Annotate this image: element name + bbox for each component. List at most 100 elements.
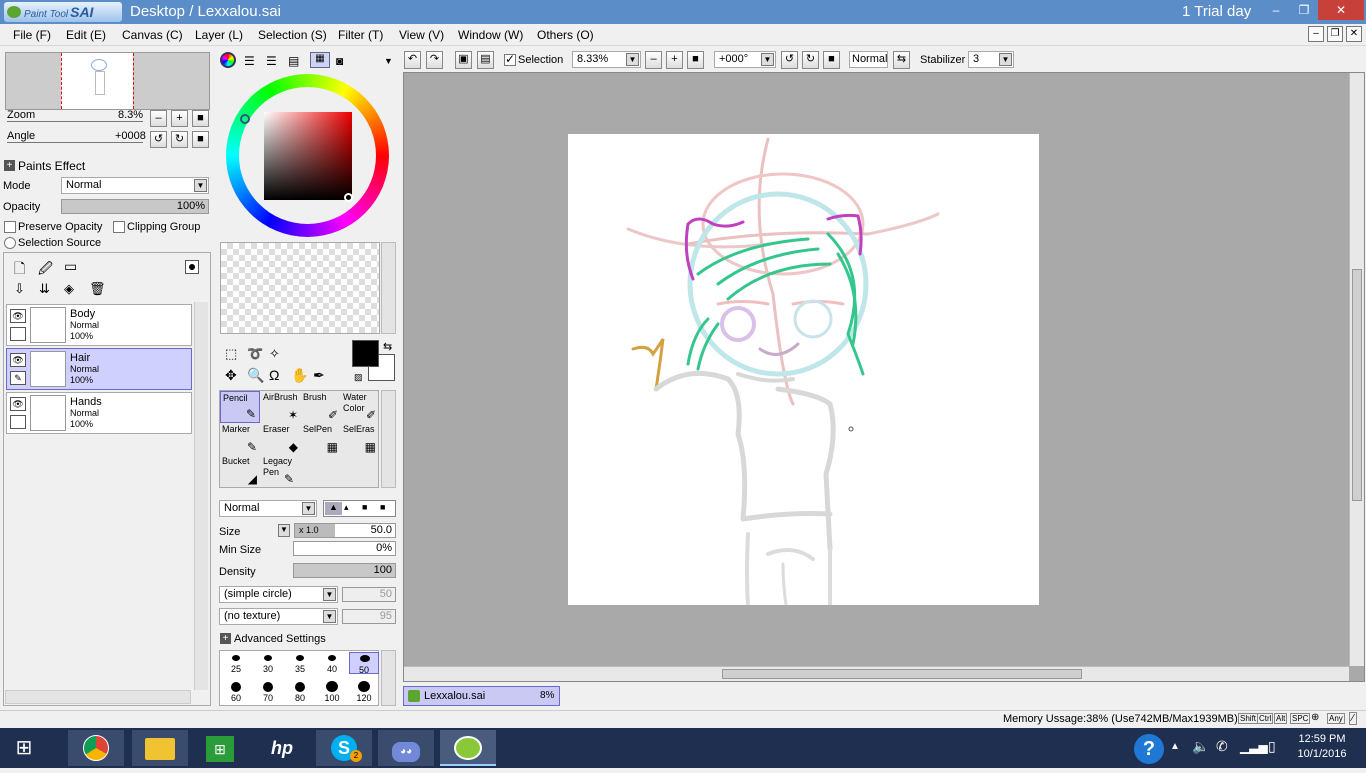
hsv-slider-tab-icon[interactable]: ☰ bbox=[266, 54, 277, 68]
hp-icon[interactable]: hp bbox=[254, 730, 310, 766]
menu-edit[interactable]: Edit (E) bbox=[66, 28, 106, 42]
foreground-color-swatch[interactable] bbox=[352, 340, 379, 367]
rotate-right-button[interactable]: ↻ bbox=[171, 131, 188, 148]
toolbar-zoom-in-button[interactable]: + bbox=[666, 51, 683, 69]
menu-canvas[interactable]: Canvas (C) bbox=[122, 28, 183, 42]
brush-mode-select[interactable]: Normal ▼ bbox=[219, 500, 317, 517]
clock[interactable]: 12:59 PM 10/1/2016 bbox=[1296, 733, 1348, 760]
color-wheel[interactable] bbox=[226, 74, 389, 237]
help-icon[interactable]: ? bbox=[1134, 734, 1164, 764]
clear-layer-icon[interactable]: ◈ bbox=[64, 281, 74, 297]
rgb-slider-tab-icon[interactable]: ☰ bbox=[244, 54, 255, 68]
brush-size-50[interactable]: 50 bbox=[349, 652, 379, 675]
brush-shape-select[interactable]: (simple circle) ▼ bbox=[219, 586, 338, 603]
min-size-slider[interactable]: 0% bbox=[293, 541, 396, 556]
toolbar-zoom-out-button[interactable]: – bbox=[645, 51, 662, 69]
stabilizer-select[interactable]: 3 ▼ bbox=[968, 51, 1014, 68]
close-button[interactable]: ✕ bbox=[1318, 0, 1364, 20]
tool-eraser[interactable]: Eraser ◆ bbox=[261, 423, 301, 455]
toolbar-rotate-reset-button[interactable]: ■ bbox=[823, 51, 840, 69]
menu-selection[interactable]: Selection (S) bbox=[258, 28, 327, 42]
toolbar-zoom-reset-button[interactable]: ■ bbox=[687, 51, 704, 69]
tool-selpen[interactable]: SelPen ▦ bbox=[301, 423, 341, 455]
network-error-icon[interactable]: ✆ bbox=[1216, 738, 1228, 755]
scratchpad-tab-icon[interactable]: ◙ bbox=[336, 54, 343, 68]
eye-icon[interactable]: 👁 bbox=[10, 309, 26, 323]
invert-selection-button[interactable]: ▤ bbox=[477, 51, 494, 69]
brush-texture-strength[interactable]: 95 bbox=[342, 609, 396, 624]
brush-size-120[interactable]: 120 bbox=[349, 679, 379, 703]
menu-others[interactable]: Others (O) bbox=[537, 28, 594, 42]
new-layer-icon[interactable]: 🗋 bbox=[14, 258, 25, 282]
tool-legacy-pen[interactable]: Legacy Pen ✎ bbox=[261, 455, 297, 487]
canvas-hscrollbar[interactable] bbox=[404, 666, 1349, 681]
brush-size-60[interactable]: 60 bbox=[221, 679, 251, 703]
brush-edge-selector[interactable]: ▲ ▴ ■ ■ bbox=[323, 500, 396, 517]
document-tab[interactable]: Lexxalou.sai 8% bbox=[403, 686, 560, 706]
zoom-tool-icon[interactable]: 🔍 bbox=[247, 367, 264, 384]
hue-picker[interactable] bbox=[240, 114, 250, 124]
menu-filter[interactable]: Filter (T) bbox=[338, 28, 383, 42]
menu-view[interactable]: View (V) bbox=[399, 28, 444, 42]
brush-texture-select[interactable]: (no texture) ▼ bbox=[219, 608, 338, 625]
tool-seleras[interactable]: SelEras ▦ bbox=[341, 423, 379, 455]
opacity-slider[interactable]: 100% bbox=[61, 199, 209, 214]
menu-layer[interactable]: Layer (L) bbox=[195, 28, 243, 42]
discord-icon[interactable]: ◕◕ bbox=[378, 730, 434, 766]
zoom-reset-button[interactable]: ■ bbox=[192, 110, 209, 127]
size-slider[interactable]: x 1.0 50.0 bbox=[294, 523, 396, 538]
brush-preset-scrollbar[interactable] bbox=[381, 650, 396, 706]
lock-toggle[interactable] bbox=[10, 415, 26, 429]
skype-icon[interactable]: S2 bbox=[316, 730, 372, 766]
brush-size-30[interactable]: 30 bbox=[253, 652, 283, 674]
mdi-restore-button[interactable]: ❐ bbox=[1327, 26, 1343, 42]
minimize-button[interactable]: – bbox=[1262, 0, 1290, 20]
swatch-area[interactable] bbox=[220, 242, 380, 334]
palette-tab-icon[interactable]: ▦ bbox=[310, 52, 330, 68]
flip-horizontal-button[interactable]: ⇆ bbox=[893, 51, 910, 69]
tool-marker[interactable]: Marker ✎ bbox=[220, 423, 260, 455]
restore-button[interactable]: ❐ bbox=[1290, 0, 1318, 20]
tool-scrollbar[interactable] bbox=[381, 390, 396, 488]
tool-airbrush[interactable]: AirBrush ✶ bbox=[261, 391, 301, 423]
tray-expand-icon[interactable]: ▲ bbox=[1170, 741, 1180, 752]
rotate-reset-button[interactable]: ■ bbox=[192, 131, 209, 148]
tool-bucket[interactable]: Bucket ◢ bbox=[220, 455, 260, 487]
sai-icon[interactable] bbox=[440, 730, 496, 766]
deselect-button[interactable]: ▣ bbox=[455, 51, 472, 69]
canvas-vscrollbar[interactable] bbox=[1349, 73, 1364, 666]
layer-row-hair[interactable]: 👁 ✎ Hair Normal 100% bbox=[6, 348, 192, 390]
brush-size-70[interactable]: 70 bbox=[253, 679, 283, 703]
move-icon[interactable]: ✥ bbox=[225, 367, 237, 384]
rect-select-icon[interactable]: ⬚ bbox=[225, 346, 237, 362]
angle-combo[interactable]: +000° ▼ bbox=[714, 51, 776, 68]
mode-select[interactable]: Normal ▼ bbox=[61, 177, 209, 194]
size-multiplier-dropdown[interactable]: ▼ bbox=[278, 524, 290, 537]
swap-colors-icon[interactable]: ⇆ bbox=[383, 340, 392, 353]
advanced-expand-icon[interactable]: + bbox=[220, 633, 231, 644]
lasso-icon[interactable]: ➰ bbox=[247, 346, 263, 362]
undo-button[interactable]: ↶ bbox=[404, 51, 421, 69]
layer-mask-icon[interactable] bbox=[185, 260, 199, 274]
saturation-value-square[interactable] bbox=[264, 112, 352, 200]
brush-size-35[interactable]: 35 bbox=[285, 652, 315, 674]
drawing-canvas[interactable] bbox=[568, 134, 1039, 607]
zoom-combo[interactable]: 8.33% ▼ bbox=[572, 51, 641, 68]
eye-icon[interactable]: 👁 bbox=[10, 353, 26, 367]
tool-pencil[interactable]: Pencil ✎ bbox=[220, 391, 260, 423]
explorer-icon[interactable] bbox=[132, 730, 188, 766]
lock-toggle[interactable] bbox=[10, 327, 26, 341]
new-linework-layer-icon[interactable]: 🖉 bbox=[38, 258, 53, 282]
zoom-slider[interactable] bbox=[7, 121, 143, 122]
view-blend-mode[interactable]: Normal bbox=[849, 51, 888, 68]
hand-icon[interactable]: ✋ bbox=[291, 367, 308, 384]
paints-effect-expand-icon[interactable]: + bbox=[4, 160, 15, 171]
eyedropper-icon[interactable]: ✒ bbox=[313, 367, 325, 384]
brush-size-40[interactable]: 40 bbox=[317, 652, 347, 674]
redo-button[interactable]: ↷ bbox=[426, 51, 443, 69]
brush-shape-strength[interactable]: 50 bbox=[342, 587, 396, 602]
panel-menu-icon[interactable]: ▼ bbox=[384, 56, 393, 66]
menu-window[interactable]: Window (W) bbox=[458, 28, 523, 42]
zoom-out-button[interactable]: – bbox=[150, 110, 167, 127]
brush-size-80[interactable]: 80 bbox=[285, 679, 315, 703]
